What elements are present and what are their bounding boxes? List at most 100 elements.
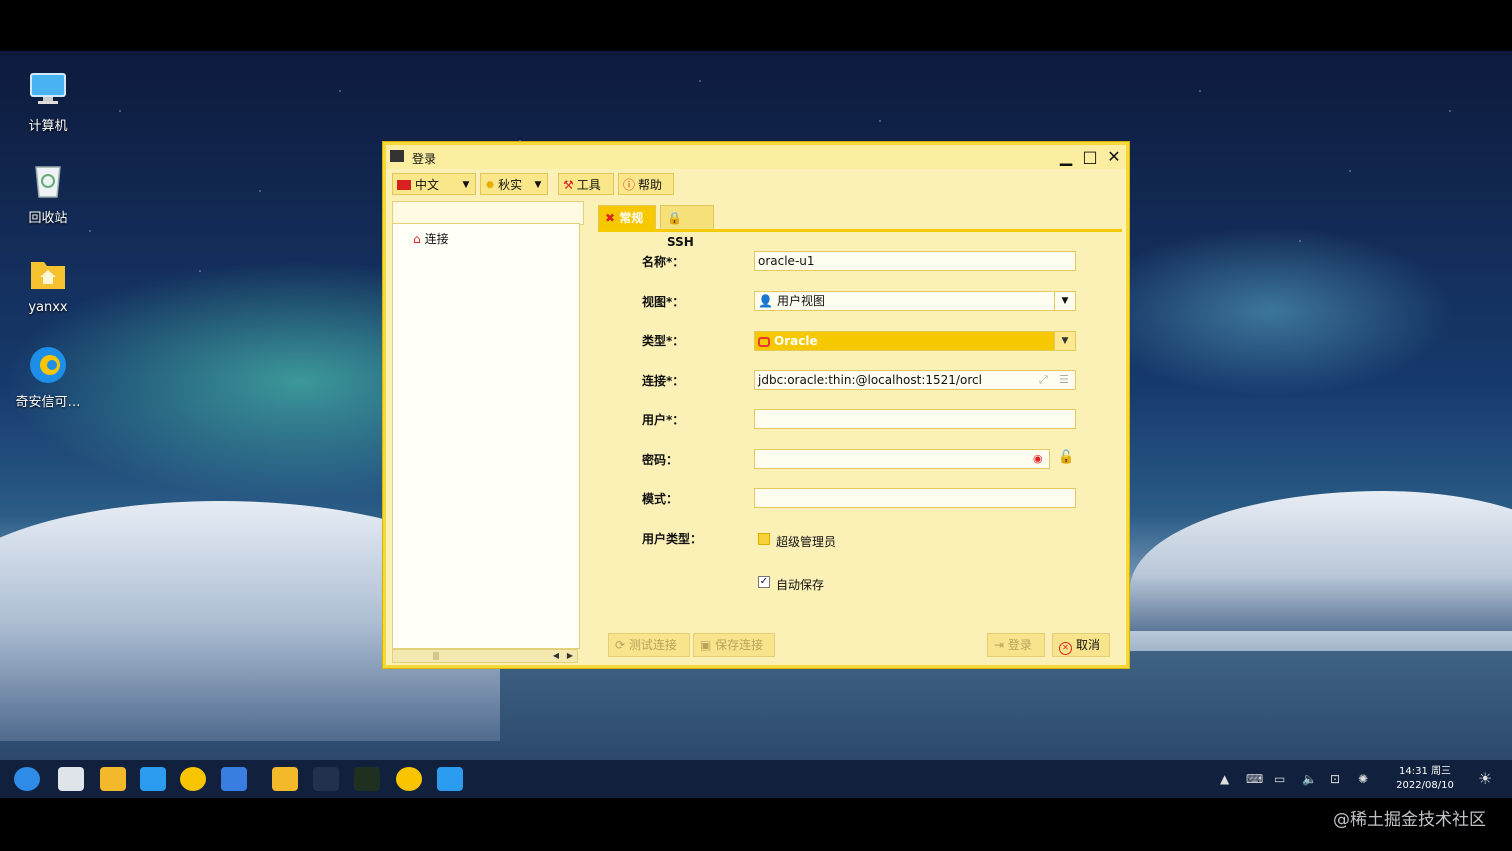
keyboard-icon[interactable]: ⌨ bbox=[1246, 772, 1263, 786]
cancel-label: 取消 bbox=[1076, 638, 1101, 652]
oracle-icon bbox=[758, 337, 770, 347]
test-connection-button[interactable]: ⟳ 测试连接 bbox=[608, 633, 690, 657]
clock[interactable]: 14:31 周三 2022/08/10 bbox=[1392, 765, 1458, 793]
file-manager-icon[interactable] bbox=[100, 767, 126, 791]
volume-icon[interactable]: 🔈 bbox=[1302, 772, 1317, 786]
view-label: 视图*： bbox=[642, 295, 685, 309]
theme-select[interactable]: ✹ 秋实 ▼ bbox=[480, 173, 548, 195]
user-label: 用户*： bbox=[642, 413, 685, 427]
view-select[interactable]: 👤 用户视图 ▼ bbox=[754, 291, 1076, 311]
word-processor-icon[interactable] bbox=[221, 767, 247, 791]
tree-node-label: 连接 bbox=[424, 232, 449, 246]
chevron-down-icon[interactable]: ▼ bbox=[1054, 292, 1075, 310]
scroll-right-icon[interactable]: ▶ bbox=[563, 650, 577, 662]
login-label: 登录 bbox=[1007, 638, 1032, 652]
start-menu-icon[interactable] bbox=[14, 767, 40, 791]
tools-button[interactable]: ⚒ 工具 bbox=[558, 173, 614, 195]
chevron-down-icon: ▼ bbox=[462, 180, 470, 190]
user-type-label: 用户类型： bbox=[642, 532, 703, 546]
expand-icon[interactable]: ⤢ bbox=[1039, 371, 1048, 389]
connection-url-field[interactable]: jdbc:oracle:thin:@localhost:1521/orcl ⤢ … bbox=[754, 370, 1076, 390]
tree-node-connections[interactable]: ⌂ 连接 bbox=[413, 230, 449, 247]
app-icon bbox=[390, 150, 404, 162]
tree-search-input[interactable] bbox=[392, 201, 584, 225]
network-icon[interactable]: ⊡ bbox=[1330, 772, 1340, 786]
theme-label: 秋实 bbox=[498, 178, 523, 192]
tab-general[interactable]: ✖ 常规 bbox=[598, 205, 656, 229]
desktop-icon-browser[interactable]: 奇安信可… bbox=[8, 345, 88, 410]
schema-label: 模式： bbox=[642, 492, 679, 506]
login-button[interactable]: ⇥ 登录 bbox=[987, 633, 1045, 657]
connection-label: 连接*： bbox=[642, 374, 685, 388]
terminal-icon[interactable] bbox=[354, 767, 380, 791]
tray-expand-icon[interactable]: ▲ bbox=[1220, 772, 1229, 786]
system-monitor-icon[interactable] bbox=[313, 767, 339, 791]
tab-label: 常规 bbox=[619, 211, 644, 225]
scrollbar-thumb[interactable] bbox=[433, 652, 439, 660]
superadmin-label: 超级管理员 bbox=[776, 535, 837, 549]
user-icon: 👤 bbox=[758, 294, 773, 308]
desktop-icon-home[interactable]: yanxx bbox=[8, 254, 88, 315]
db-type-select[interactable]: Oracle ▼ bbox=[754, 331, 1076, 351]
help-label: 帮助 bbox=[638, 178, 663, 192]
chevron-down-icon[interactable]: ▼ bbox=[1054, 332, 1075, 350]
language-select[interactable]: 中文 ▼ bbox=[392, 173, 476, 195]
hammer-icon: ⚒ bbox=[563, 178, 574, 192]
app-store-open-icon[interactable] bbox=[437, 767, 463, 791]
trash-icon bbox=[28, 161, 68, 201]
brightness-icon[interactable]: ☀ bbox=[1478, 769, 1492, 788]
connection-tree-panel: ⌂ 连接 ◀ ▶ bbox=[392, 201, 584, 665]
minimize-button[interactable]: ▁ bbox=[1056, 147, 1076, 167]
cancel-button[interactable]: ✕ 取消 bbox=[1052, 633, 1110, 657]
help-icon: ⓘ bbox=[623, 178, 636, 192]
multitask-view-icon[interactable] bbox=[58, 767, 84, 791]
notification-icon[interactable]: ▭ bbox=[1274, 772, 1285, 786]
home-folder-icon bbox=[28, 254, 68, 294]
type-label: 类型*： bbox=[642, 334, 685, 348]
browser-icon bbox=[28, 345, 68, 385]
desktop-icon-computer[interactable]: 计算机 bbox=[8, 69, 88, 134]
settings-icon[interactable]: ✺ bbox=[1358, 772, 1368, 786]
test-connection-label: 测试连接 bbox=[628, 638, 677, 652]
clock-date: 2022/08/10 bbox=[1396, 780, 1454, 791]
list-icon[interactable]: ☰ bbox=[1059, 371, 1069, 389]
desktop-icon-trash[interactable]: 回收站 bbox=[8, 161, 88, 226]
browser-open-icon[interactable] bbox=[396, 767, 422, 791]
name-field[interactable]: oracle-u1 bbox=[754, 251, 1076, 271]
view-value: 用户视图 bbox=[776, 294, 825, 308]
panel-splitter[interactable] bbox=[582, 201, 590, 665]
login-dialog: 登录 ▁ □ ✕ 中文 ▼ ✹秋实 ▼ ⚒工具 ⓘ帮助 ⌂连接 ◀ ▶ bbox=[383, 142, 1129, 668]
save-connection-button[interactable]: ▣ 保存连接 bbox=[693, 633, 775, 657]
browser-taskbar-icon[interactable] bbox=[180, 767, 206, 791]
help-button[interactable]: ⓘ 帮助 bbox=[618, 173, 674, 195]
password-label: 密码： bbox=[642, 453, 679, 467]
cancel-icon: ✕ bbox=[1059, 642, 1072, 655]
tools-icon: ✖ bbox=[605, 211, 616, 225]
name-label: 名称*： bbox=[642, 255, 685, 269]
tab-ssh[interactable]: 🔒 SSH bbox=[660, 205, 714, 249]
desktop-icon-label: yanxx bbox=[28, 300, 68, 315]
language-label: 中文 bbox=[415, 178, 440, 192]
user-field[interactable] bbox=[754, 409, 1076, 429]
autosave-checkbox[interactable]: ✓ bbox=[758, 576, 770, 588]
dialog-titlebar[interactable]: 登录 ▁ □ ✕ bbox=[386, 145, 1126, 169]
schema-field[interactable] bbox=[754, 488, 1076, 508]
unlock-icon[interactable]: 🔓 bbox=[1058, 450, 1074, 465]
app-store-icon[interactable] bbox=[140, 767, 166, 791]
file-manager-open-icon[interactable] bbox=[272, 767, 298, 791]
home-icon: ⌂ bbox=[413, 232, 421, 246]
chevron-down-icon: ▼ bbox=[534, 180, 542, 190]
close-button[interactable]: ✕ bbox=[1104, 147, 1124, 167]
superadmin-checkbox[interactable] bbox=[758, 533, 770, 545]
tree-horizontal-scrollbar[interactable]: ◀ ▶ bbox=[392, 649, 578, 663]
connection-tree[interactable]: ⌂ 连接 bbox=[392, 223, 580, 649]
tools-label: 工具 bbox=[576, 178, 601, 192]
taskbar: ▲ ⌨ ▭ 🔈 ⊡ ✺ 14:31 周三 2022/08/10 ☀ bbox=[0, 760, 1512, 798]
scroll-left-icon[interactable]: ◀ bbox=[549, 650, 563, 662]
desktop-icon-label: 回收站 bbox=[28, 211, 68, 226]
maximize-button[interactable]: □ bbox=[1080, 147, 1100, 167]
dialog-title: 登录 bbox=[412, 152, 437, 166]
autosave-label: 自动保存 bbox=[776, 578, 825, 592]
password-field[interactable]: ◉ bbox=[754, 449, 1050, 469]
eye-icon[interactable]: ◉ bbox=[1033, 450, 1043, 468]
